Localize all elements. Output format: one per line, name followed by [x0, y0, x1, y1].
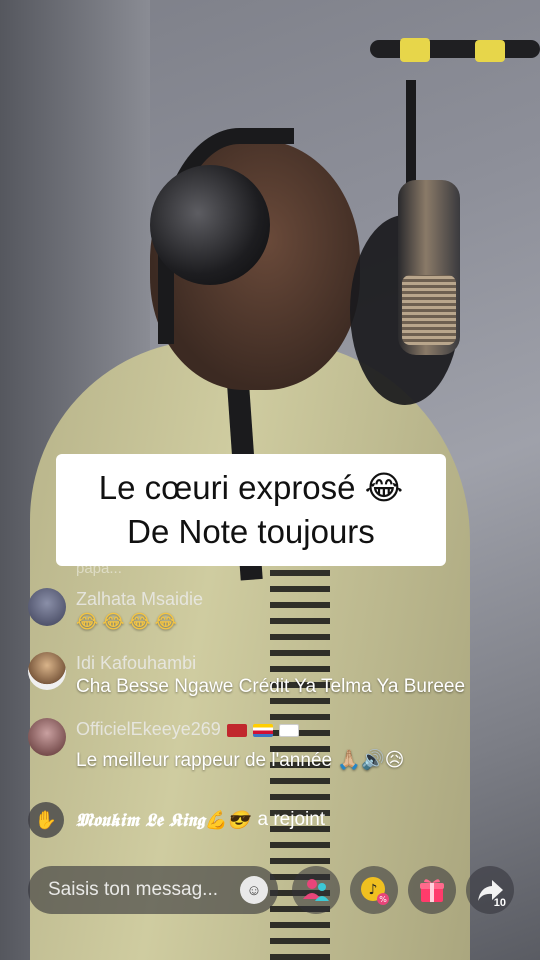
headphones — [150, 165, 270, 285]
partial-comment: papa... — [76, 560, 122, 577]
morocco-flag-icon — [226, 723, 247, 737]
microphone-grill — [402, 275, 456, 345]
comment-item[interactable]: Zalhata Msaidie 😂😂😂😂 — [28, 588, 203, 636]
comment-text: Le meilleur rappeur de l'année 🙏🏼🔊😥 — [76, 750, 405, 771]
tiktok-coin-button[interactable]: ♪ % — [350, 866, 398, 914]
guests-button[interactable] — [292, 866, 340, 914]
joined-username[interactable]: 𝕸𝖔𝖚𝖐𝖎𝖒 𝕷𝖊 𝕶𝖎𝖓𝖌💪😎 — [76, 810, 249, 831]
svg-text:%: % — [379, 895, 387, 904]
share-button[interactable]: 10 — [466, 866, 514, 914]
wave-hand-icon: ✋ — [28, 802, 64, 838]
comment-username[interactable]: OfficielEkeeye269 — [76, 719, 221, 739]
tiktok-coin-icon: ♪ % — [361, 877, 389, 905]
mic-arm — [370, 40, 540, 58]
comment-username[interactable]: Zalhata Msaidie — [76, 588, 203, 610]
message-input[interactable] — [46, 878, 240, 902]
comment-username[interactable]: Idi Kafouhambi — [76, 652, 465, 674]
gift-icon — [420, 879, 444, 902]
comment-item[interactable]: OfficielEkeeye269 Le meilleur rappeur de… — [28, 718, 404, 774]
mic-mount — [406, 80, 416, 190]
comment-text: Cha Besse Ngawe Crédit Ya Telma Ya Buree… — [76, 676, 466, 697]
avatar[interactable] — [28, 588, 66, 626]
joined-text: a rejoint — [257, 809, 326, 830]
emoji-icon[interactable]: ☺ — [240, 876, 268, 904]
svg-text:♪: ♪ — [369, 882, 378, 898]
flag-icon — [278, 723, 299, 737]
tape — [400, 38, 430, 62]
comment-text: 😂😂😂😂 — [76, 612, 181, 633]
avatar[interactable] — [28, 718, 66, 756]
comment-item[interactable]: Idi Kafouhambi Cha Besse Ngawe Crédit Ya… — [28, 652, 465, 700]
share-count: 10 — [493, 897, 506, 909]
gift-button[interactable] — [408, 866, 456, 914]
join-notification: ✋ 𝕸𝖔𝖚𝖐𝖎𝖒 𝕷𝖊 𝕶𝖎𝖓𝖌💪😎 a rejoint — [28, 802, 325, 838]
video-caption: Le cœuri exprosé 😂 De Note toujours — [56, 454, 446, 566]
avatar[interactable] — [28, 652, 66, 690]
comment-username-row[interactable]: OfficielEkeeye269 — [76, 718, 404, 740]
comoros-flag-icon — [252, 723, 273, 737]
guests-icon — [303, 879, 329, 901]
tape — [475, 40, 505, 62]
caption-line-2: De Note toujours — [127, 513, 375, 550]
caption-line-1: Le cœuri exprosé 😂 — [98, 469, 404, 506]
live-stream-view: Le cœuri exprosé 😂 De Note toujours papa… — [0, 0, 540, 960]
message-box[interactable]: ☺ — [28, 866, 278, 914]
